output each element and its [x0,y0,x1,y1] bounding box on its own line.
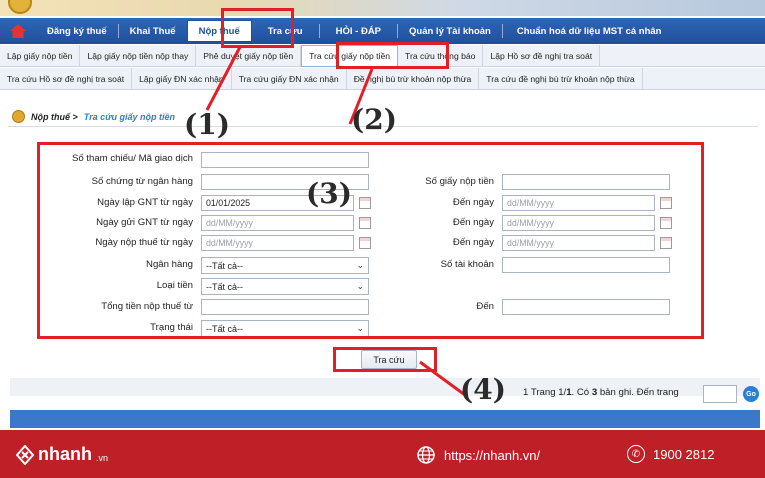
pager-text: 1 Trang 1/1. Có 3 bản ghi. Đến trang [523,387,679,398]
top-banner [0,0,765,16]
sub-nav-row-2: Tra cứu Hồ sơ đề nghị tra soát Lập giấy … [0,67,765,90]
hotline[interactable]: ✆ 1900 2812 [627,445,714,463]
page-number-input[interactable] [703,385,737,403]
hotline-number: 1900 2812 [653,446,715,462]
sub-lap-giay-nop-thay[interactable]: Lập giấy nộp tiền nộp thay [80,44,197,67]
nav-dang-ky-thue[interactable]: Đăng ký thuế [36,18,118,44]
sub-de-nghi-bu-tru[interactable]: Đề nghị bù trừ khoản nộp thừa [347,67,480,90]
home-icon[interactable] [0,18,36,44]
sub-lap-ho-so-tra-soat[interactable]: Lập Hồ sơ đề nghị tra soát [483,44,601,67]
brand-logo: nhanh .vn [16,444,108,465]
annotation-label-1: (1) [184,108,230,141]
website-link[interactable]: https://nhanh.vn/ [416,445,540,465]
brand-name: nhanh [38,444,92,464]
nav-chuan-hoa-mst[interactable]: Chuẩn hoá dữ liệu MST cá nhân [503,18,676,44]
results-table-header [10,410,760,428]
nav-hoi-dap[interactable]: HỎI - ĐÁP [320,18,397,44]
breadcrumb-parent[interactable]: Nộp thuế > [31,112,78,122]
nhanh-logo-icon [16,444,34,465]
breadcrumb-current: Tra cứu giấy nộp tiền [83,111,176,122]
emblem-icon [8,0,32,14]
sub-lap-giay-nop-tien[interactable]: Lập giấy nộp tiền [0,44,81,67]
sub-tra-cuu-de-nghi-bu-tru[interactable]: Tra cứu đề nghị bù trừ khoản nộp thừa [479,67,643,90]
annotation-label-3: (3) [306,177,352,210]
nav-khai-thue[interactable]: Khai Thuế [119,18,187,44]
sub-lap-giay-dn-xac-nhan[interactable]: Lập giấy ĐN xác nhận [132,67,232,90]
nav-quan-ly-tai-khoan[interactable]: Quản lý Tài khoản [398,18,502,44]
phone-icon: ✆ [627,445,645,463]
annotation-box-form [37,142,704,339]
pager-mid: . Có [571,387,592,398]
breadcrumb-icon [12,110,25,123]
sub-tra-cuu-ho-so-tra-soat[interactable]: Tra cứu Hồ sơ đề nghị tra soát [0,67,133,90]
annotation-label-4: (4) [460,373,506,406]
main-nav: Đăng ký thuế Khai Thuế Nộp thuế Tra cứu … [0,18,765,44]
annotation-box-search-button [333,347,437,372]
brand-suffix: .vn [96,452,109,463]
annotation-label-2: (2) [351,103,397,136]
annotation-box-nop-thue [221,8,294,48]
annotation-box-tra-cuu-gnt [336,42,449,69]
pager-prefix: 1 Trang 1/ [523,387,567,398]
globe-icon [417,446,435,464]
breadcrumb: Nộp thuế > Tra cứu giấy nộp tiền [12,110,175,123]
pager-suffix: bản ghi. Đến trang [597,387,679,398]
go-button[interactable]: Go [743,386,759,402]
website-url: https://nhanh.vn/ [444,447,541,463]
sub-tra-cuu-giay-dn-xac-nhan[interactable]: Tra cứu giấy ĐN xác nhận [232,67,347,90]
